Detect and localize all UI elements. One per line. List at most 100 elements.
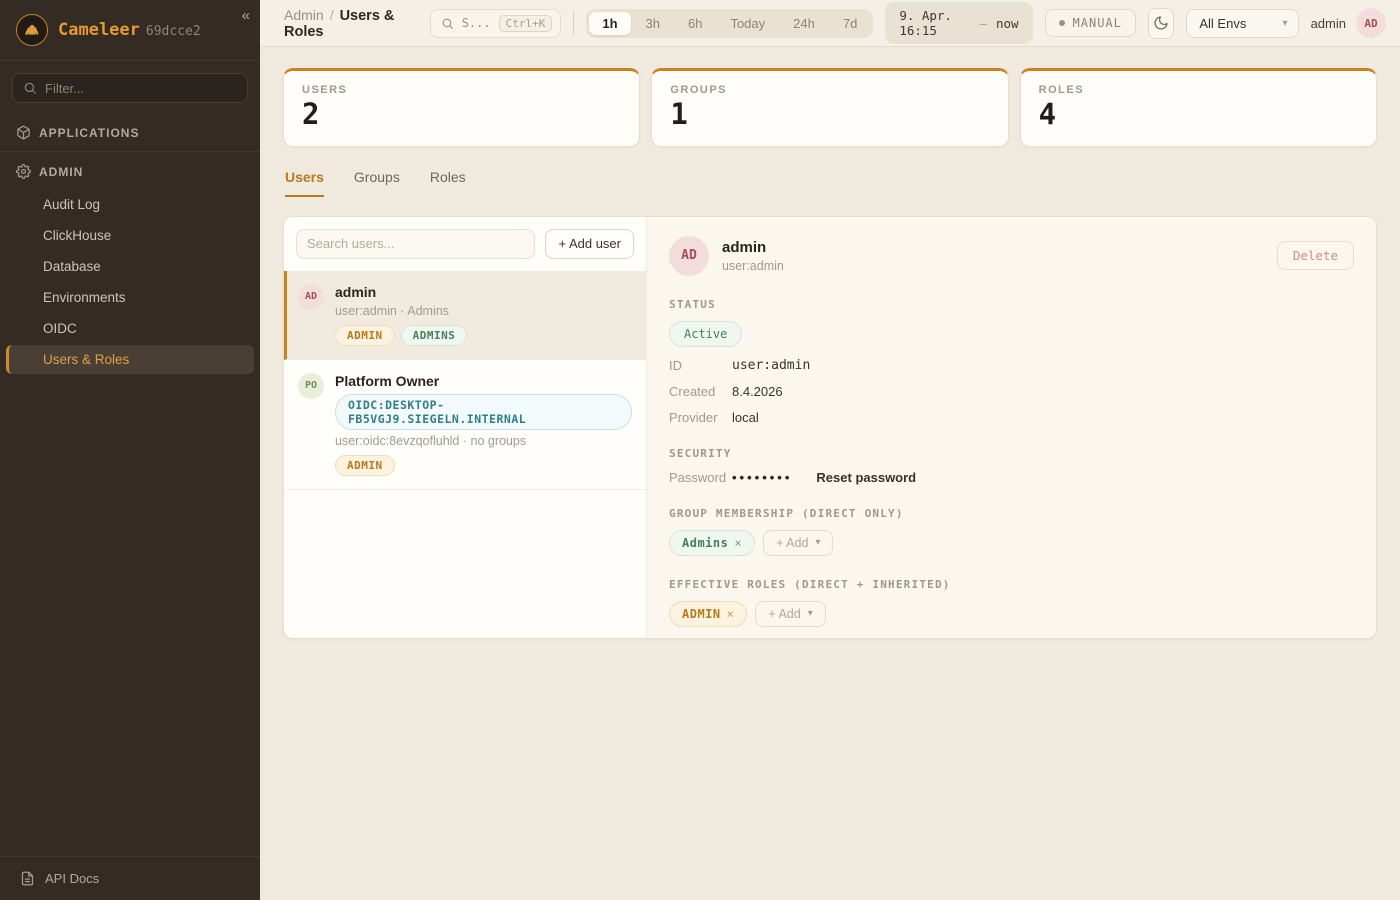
stat-label: GROUPS xyxy=(670,84,989,96)
range-1h[interactable]: 1h xyxy=(589,12,630,35)
field-label: Created xyxy=(669,384,732,399)
stat-value: 2 xyxy=(302,99,621,131)
chip-label: Admins xyxy=(682,536,728,550)
page-content: USERS 2 GROUPS 1 ROLES 4 Users Groups Ro… xyxy=(260,47,1400,900)
sidebar-header: Cameleer69dcce2 « xyxy=(0,0,260,61)
sidebar-filter[interactable] xyxy=(12,73,248,103)
add-user-button[interactable]: + Add user xyxy=(545,229,634,259)
sidebar-item-clickhouse[interactable]: ClickHouse xyxy=(6,221,254,250)
sidebar-divider xyxy=(0,151,260,152)
user-list-toolbar: + Add user xyxy=(284,217,646,271)
detail-user-name: admin xyxy=(722,239,784,256)
add-group-label: + Add xyxy=(776,536,808,550)
remove-role-icon[interactable]: × xyxy=(727,607,735,621)
brand-build: 69dcce2 xyxy=(146,24,201,39)
role-badge-admin: ADMIN xyxy=(335,455,395,476)
range-3h[interactable]: 3h xyxy=(633,12,673,35)
sidebar-section-applications[interactable]: APPLICATIONS xyxy=(0,115,260,149)
sidebar-item-oidc[interactable]: OIDC xyxy=(6,314,254,343)
chevron-down-icon: ▾ xyxy=(808,608,813,619)
avatar: PO xyxy=(298,373,324,399)
password-mask: •••••••• xyxy=(732,470,792,485)
sidebar-item-users-roles[interactable]: Users & Roles xyxy=(6,345,254,374)
field-label: ID xyxy=(669,358,732,373)
sidebar-nav: Audit Log ClickHouse Database Environmen… xyxy=(0,188,260,374)
user-list-item-platform-owner[interactable]: PO Platform Owner OIDC:DESKTOP-FB5VGJ9.S… xyxy=(284,360,646,490)
tab-bar: Users Groups Roles xyxy=(283,169,1377,197)
sidebar-item-environments[interactable]: Environments xyxy=(6,283,254,312)
delete-user-button[interactable]: Delete xyxy=(1277,241,1354,270)
stat-value: 4 xyxy=(1039,99,1358,131)
user-avatar[interactable]: AD xyxy=(1356,8,1386,38)
breadcrumb: Admin/Users & Roles xyxy=(284,7,410,40)
chip-label: ADMIN xyxy=(682,607,721,621)
add-group-button[interactable]: + Add ▾ xyxy=(763,530,833,556)
stat-card-users: USERS 2 xyxy=(283,68,640,147)
time-range-selector: 1h 3h 6h Today 24h 7d xyxy=(586,9,873,38)
user-row-body: Platform Owner OIDC:DESKTOP-FB5VGJ9.SIEG… xyxy=(335,373,632,476)
env-select[interactable]: All Envs ▾ xyxy=(1186,9,1298,38)
range-7d[interactable]: 7d xyxy=(830,12,870,35)
user-name: Platform Owner xyxy=(335,373,632,389)
password-row: Password •••••••• Reset password xyxy=(669,470,1354,485)
global-search-button[interactable]: S... Ctrl+K xyxy=(430,9,562,38)
oidc-badge-row: OIDC:DESKTOP-FB5VGJ9.SIEGELN.INTERNAL xyxy=(335,394,632,430)
tab-groups[interactable]: Groups xyxy=(354,169,400,197)
time-separator: — xyxy=(979,16,987,31)
search-label: S... xyxy=(462,16,491,30)
field-value: 8.4.2026 xyxy=(732,384,783,399)
add-role-button[interactable]: + Add ▾ xyxy=(755,601,825,627)
range-6h[interactable]: 6h xyxy=(675,12,715,35)
topbar-user[interactable]: admin AD xyxy=(1311,8,1386,38)
search-icon xyxy=(23,81,37,95)
user-search-input[interactable] xyxy=(296,229,535,259)
chevron-down-icon: ▾ xyxy=(1283,18,1288,29)
env-select-value: All Envs xyxy=(1199,16,1246,31)
refresh-mode-button[interactable]: MANUAL xyxy=(1045,9,1136,37)
sidebar-filter-input[interactable] xyxy=(45,81,237,96)
stat-label: USERS xyxy=(302,84,621,96)
sidebar-item-database[interactable]: Database xyxy=(6,252,254,281)
stat-card-roles: ROLES 4 xyxy=(1020,68,1377,147)
user-detail-pane: AD admin user:admin Delete STATUS Active… xyxy=(647,217,1376,638)
document-icon xyxy=(20,871,35,886)
brand: Cameleer69dcce2 xyxy=(58,20,201,40)
range-24h[interactable]: 24h xyxy=(780,12,828,35)
detail-header: AD admin user:admin Delete xyxy=(669,236,1354,276)
user-meta: user:oidc:8evzqofluhld · no groups xyxy=(335,434,632,448)
tab-users[interactable]: Users xyxy=(285,169,324,197)
user-list-item-admin[interactable]: AD admin user:admin · Admins ADMIN ADMIN… xyxy=(284,271,646,360)
section-label: APPLICATIONS xyxy=(39,126,139,140)
sidebar-item-audit-log[interactable]: Audit Log xyxy=(6,190,254,219)
group-chip-row: Admins × + Add ▾ xyxy=(669,530,1354,556)
sidebar-section-admin[interactable]: ADMIN xyxy=(0,154,260,188)
range-today[interactable]: Today xyxy=(717,12,778,35)
sidebar-api-docs[interactable]: API Docs xyxy=(0,856,260,900)
role-chip-admin: ADMIN × xyxy=(669,601,747,627)
stat-label: ROLES xyxy=(1039,84,1358,96)
sidebar-collapse-icon[interactable]: « xyxy=(242,8,250,23)
topbar-divider xyxy=(573,11,574,35)
tab-roles[interactable]: Roles xyxy=(430,169,466,197)
stat-card-groups: GROUPS 1 xyxy=(651,68,1008,147)
detail-avatar: AD xyxy=(669,236,709,276)
badge-row: ADMIN ADMINS xyxy=(335,325,467,346)
search-shortcut: Ctrl+K xyxy=(499,15,553,32)
detail-title-block: admin user:admin xyxy=(722,239,784,273)
user-name: admin xyxy=(335,284,467,300)
user-meta: user:admin · Admins xyxy=(335,304,467,318)
moon-icon xyxy=(1153,15,1169,31)
field-value: local xyxy=(732,410,759,425)
user-row-body: admin user:admin · Admins ADMIN ADMINS xyxy=(335,284,467,346)
time-display[interactable]: 9. Apr. 16:15 — now xyxy=(885,2,1032,44)
avatar: AD xyxy=(298,284,324,310)
security-section-heading: SECURITY xyxy=(669,447,1354,460)
stat-value: 1 xyxy=(670,99,989,131)
topbar-username: admin xyxy=(1311,16,1346,31)
field-value: user:admin xyxy=(732,358,810,373)
breadcrumb-parent[interactable]: Admin xyxy=(284,7,324,23)
reset-password-link[interactable]: Reset password xyxy=(816,470,916,485)
dark-mode-toggle[interactable] xyxy=(1148,8,1175,39)
remove-group-icon[interactable]: × xyxy=(734,536,742,550)
group-badge-admins: ADMINS xyxy=(401,325,468,346)
